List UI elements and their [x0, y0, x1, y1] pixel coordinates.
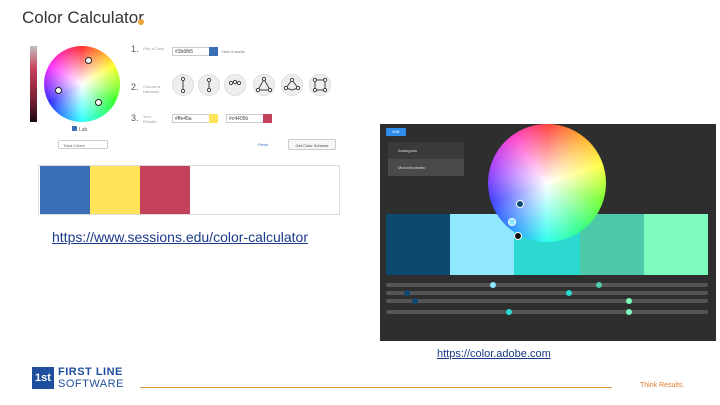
palette-swatch — [90, 166, 140, 214]
adobe-color-wheel[interactable] — [488, 124, 606, 242]
color-slider[interactable] — [386, 298, 708, 304]
color-wheel[interactable] — [44, 46, 120, 122]
logo-text: SOFTWARE — [58, 378, 124, 390]
color-slider[interactable] — [386, 282, 708, 288]
wheel-handle[interactable] — [514, 232, 522, 240]
wheel-handle[interactable] — [516, 200, 524, 208]
slider-knob[interactable] — [566, 290, 572, 296]
get-scheme-button[interactable]: Get Color Scheme — [288, 139, 336, 150]
harmony-tetrad-button[interactable] — [281, 74, 303, 96]
strip-swatch[interactable] — [386, 214, 450, 275]
result-swatch-1 — [209, 114, 218, 123]
wheel-handle[interactable] — [95, 99, 102, 106]
palette-preview — [38, 165, 340, 215]
slider-knob[interactable] — [506, 309, 512, 315]
color-slider[interactable] — [386, 290, 708, 296]
step-caption: Pick a Color — [143, 46, 165, 51]
menu-item[interactable]: Analogous — [388, 142, 464, 159]
palette-swatch — [140, 166, 190, 214]
tagline: Think Results. — [640, 382, 685, 389]
step-caption: Choose a Harmony — [143, 84, 161, 94]
hex-swatch — [209, 47, 218, 56]
edit-button[interactable]: Edit — [386, 128, 406, 136]
step-number: 1. — [131, 44, 139, 54]
slider-knob[interactable] — [626, 309, 632, 315]
logo-mark: 1st — [32, 367, 54, 389]
reset-link[interactable]: Reset — [258, 142, 268, 147]
pick-label: Lab — [79, 127, 88, 133]
title-dot-icon — [138, 19, 144, 25]
scheme-select[interactable]: Triad Colors — [58, 140, 108, 149]
result-swatch-2 — [263, 114, 272, 123]
harmony-split-button[interactable] — [198, 74, 220, 96]
step-caption: Your Results — [143, 114, 157, 124]
slider-knob[interactable] — [404, 290, 410, 296]
slider-knob[interactable] — [412, 298, 418, 304]
color-slider[interactable] — [386, 309, 708, 315]
page-title: Color Calculator — [22, 8, 144, 27]
step-number: 2. — [131, 82, 139, 92]
slider-knob[interactable] — [490, 282, 496, 288]
help-link[interactable]: How it works — [222, 49, 245, 54]
harmony-triad-button[interactable] — [253, 74, 275, 96]
wheel-handle[interactable] — [55, 87, 62, 94]
adobe-url-link[interactable]: https://color.adobe.com — [437, 348, 551, 360]
picked-color-swatch — [72, 126, 77, 131]
palette-swatch — [40, 166, 90, 214]
harmony-menu[interactable]: Analogous Monochromatic — [388, 142, 464, 176]
footer-divider — [140, 387, 612, 388]
menu-item[interactable]: Monochromatic — [388, 159, 464, 176]
harmony-complementary-button[interactable] — [172, 74, 194, 96]
harmony-analogous-button[interactable] — [224, 74, 246, 96]
strip-swatch[interactable] — [644, 214, 708, 275]
brightness-slider[interactable] — [30, 46, 37, 122]
sessions-url-link[interactable]: https://www.sessions.edu/color-calculato… — [52, 229, 308, 245]
step-number: 3. — [131, 113, 139, 123]
wheel-handle[interactable] — [508, 218, 516, 226]
logo-text: FIRST LINE — [58, 366, 123, 378]
harmony-square-button[interactable] — [309, 74, 331, 96]
wheel-handle[interactable] — [85, 57, 92, 64]
slider-knob[interactable] — [626, 298, 632, 304]
slider-knob[interactable] — [596, 282, 602, 288]
